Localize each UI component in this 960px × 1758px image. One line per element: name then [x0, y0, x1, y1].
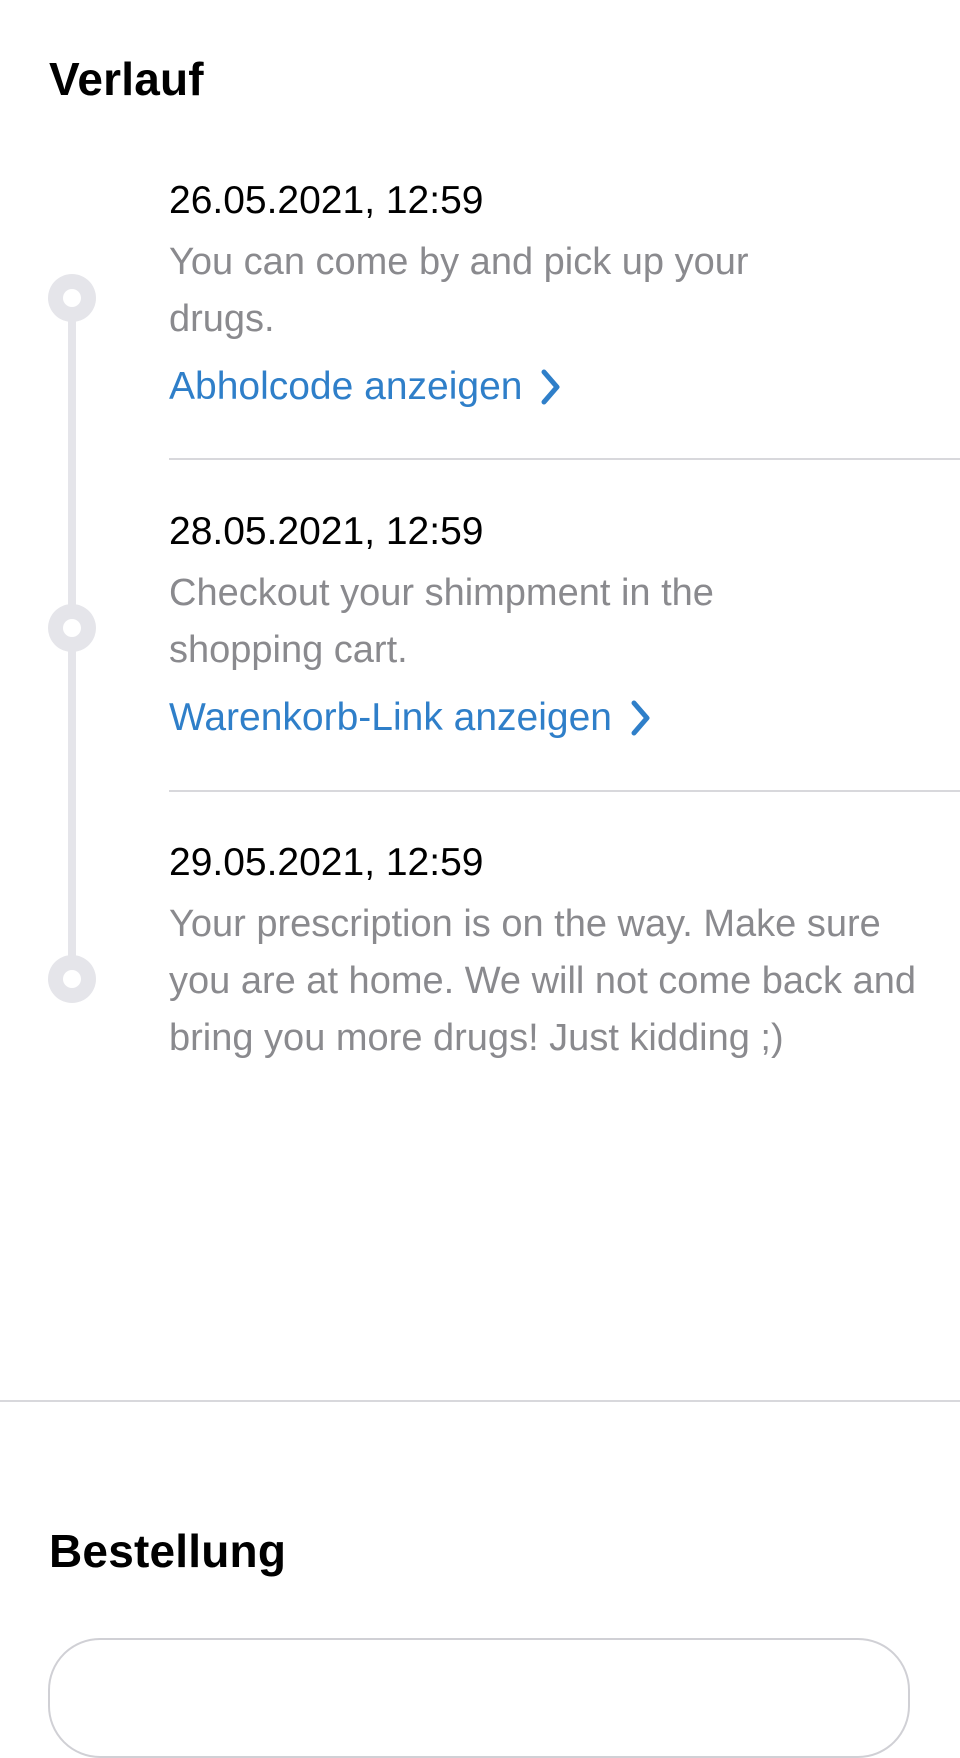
order-section-title: Bestellung — [49, 1525, 287, 1577]
link-label: Abholcode anzeigen — [169, 365, 523, 408]
order-card[interactable] — [48, 1638, 910, 1758]
timeline-event: 26.05.2021, 12:59 You can come by and pi… — [169, 178, 960, 410]
event-date: 29.05.2021, 12:59 — [169, 841, 484, 884]
row-divider — [169, 458, 960, 460]
timeline-dot-icon — [48, 274, 96, 322]
row-divider — [169, 790, 960, 792]
timeline-dot-icon — [48, 604, 96, 652]
chevron-right-icon — [630, 699, 652, 737]
event-date: 28.05.2021, 12:59 — [169, 510, 484, 553]
show-cart-link[interactable]: Warenkorb-Link anzeigen — [169, 695, 652, 741]
event-date: 26.05.2021, 12:59 — [169, 179, 484, 222]
event-description: Checkout your shimpment in the shopping … — [169, 572, 714, 671]
chevron-right-icon — [540, 368, 562, 406]
timeline-event: 29.05.2021, 12:59 Your prescription is o… — [169, 840, 960, 1067]
link-label: Warenkorb-Link anzeigen — [169, 696, 612, 739]
timeline-event: 28.05.2021, 12:59 Checkout your shimpmen… — [169, 509, 960, 741]
history-section-title: Verlauf — [49, 53, 204, 105]
event-description: You can come by and pick up your drugs. — [169, 241, 749, 340]
section-divider — [0, 1400, 960, 1402]
show-pickup-code-link[interactable]: Abholcode anzeigen — [169, 364, 562, 410]
timeline-dot-icon — [48, 955, 96, 1003]
event-description: Your prescription is on the way. Make su… — [169, 903, 917, 1059]
